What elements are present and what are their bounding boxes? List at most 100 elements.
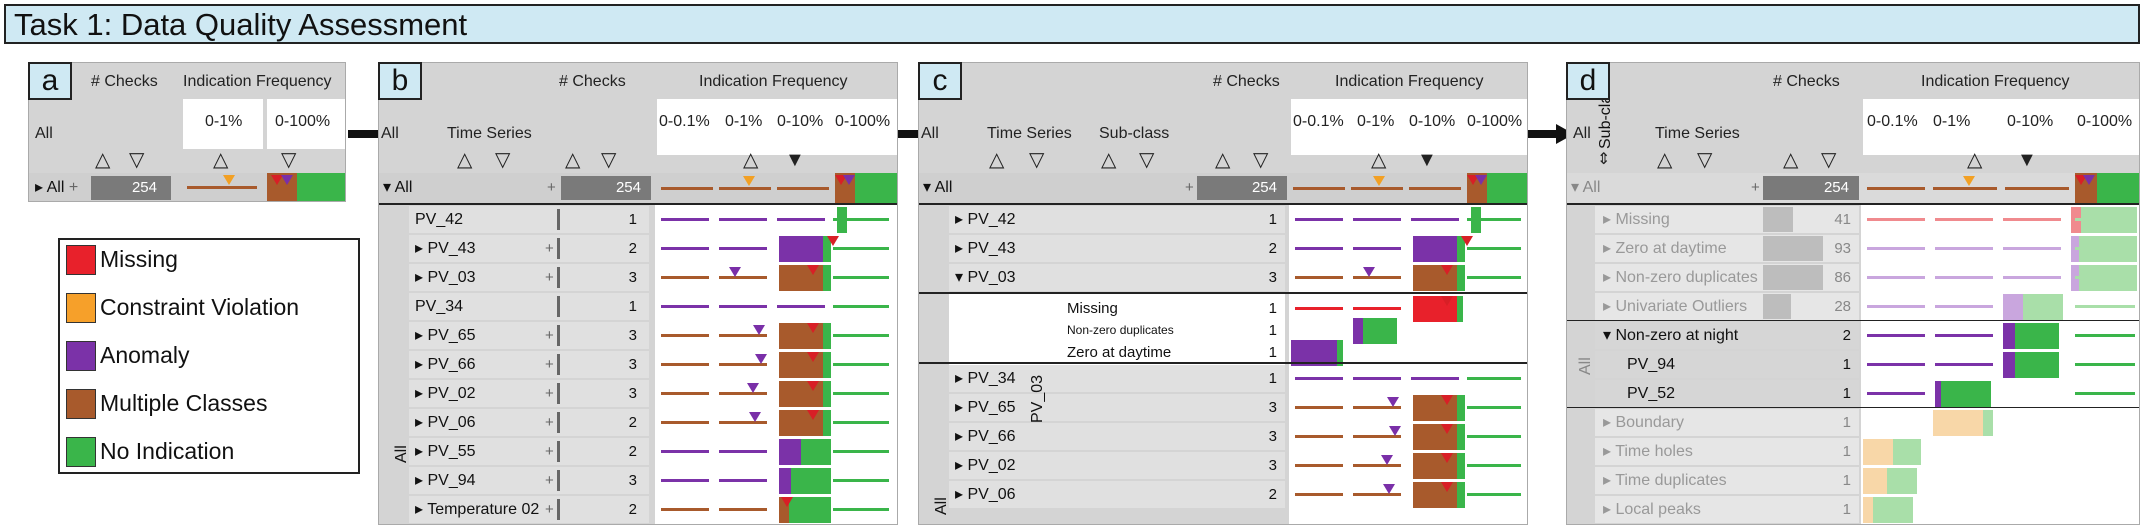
bin-header-0-100: 0-100% [275, 113, 331, 130]
sort-down-icon[interactable]: ▽ [1139, 150, 1154, 170]
count-value: 1 [1842, 501, 1851, 518]
all-column-header: All [35, 125, 53, 142]
table-row-all[interactable]: ▾ All + 254 [1567, 173, 2139, 203]
table-row[interactable]: ▾ PV_03 3 [919, 263, 1527, 292]
anomaly-marker [747, 383, 759, 393]
anomaly-marker [753, 325, 765, 335]
table-row[interactable]: ▸ Missing 41 [1567, 205, 2139, 234]
sort-up-icon[interactable]: △ [213, 150, 228, 170]
count-value: 3 [1268, 269, 1277, 286]
anomaly-marker [755, 354, 767, 364]
table-row[interactable]: PV_34 1 [379, 292, 897, 321]
missing-marker [1441, 424, 1453, 434]
table-row[interactable]: ▸ Time holes 1 [1567, 437, 2139, 466]
time-series-header: Time Series [987, 125, 1072, 142]
expand-icon[interactable]: + [545, 408, 554, 437]
count-value: 1 [1842, 443, 1851, 460]
row-label: PV_42 [415, 211, 464, 228]
sort-up-icon[interactable]: △ [1657, 150, 1672, 170]
table-row[interactable]: ▸ Time duplicates 1 [1567, 466, 2139, 495]
expand-icon[interactable]: + [545, 263, 554, 292]
sort-down-icon[interactable]: ▽ [495, 150, 510, 170]
table-row[interactable]: ▸ PV_02 3 [919, 451, 1527, 480]
expand-icon[interactable]: + [545, 321, 554, 350]
table-row[interactable]: PV_52 1 [1567, 379, 2139, 408]
bin-header: 0-0.1% [1293, 113, 1344, 130]
table-row[interactable]: ▾ Non-zero at night 2 [1567, 321, 2139, 350]
table-row[interactable]: PV_94 1 [1567, 350, 2139, 379]
table-row-all[interactable]: ▾ All + 254 [919, 173, 1527, 203]
checks-header: # Checks [1773, 73, 1840, 90]
table-row[interactable]: ▸ Univariate Outliers 28 [1567, 292, 2139, 321]
table-row[interactable]: ▸ PV_66 +3 [379, 350, 897, 379]
sort-down-icon[interactable]: ▽ [1697, 150, 1712, 170]
sort-up-icon[interactable]: △ [95, 150, 110, 170]
table-row-all[interactable]: ▾ All + 254 [379, 173, 897, 203]
table-row[interactable]: ▸ PV_94 +3 [379, 466, 897, 495]
checks-header: # Checks [1213, 73, 1280, 90]
table-row[interactable]: ▸ PV_42 1 [919, 205, 1527, 234]
sort-down-icon[interactable]: ▽ [1029, 150, 1044, 170]
sort-up-icon[interactable]: △ [989, 150, 1004, 170]
sort-down-active-icon[interactable]: ▼ [1417, 150, 1437, 170]
table-row[interactable]: ▸ PV_55 +2 [379, 437, 897, 466]
panel-label-a: a [28, 62, 72, 100]
sort-down-icon[interactable]: ▽ [129, 150, 144, 170]
table-row[interactable]: PV_42 1 [379, 205, 897, 234]
table-row[interactable]: ▸ Non-zero duplicates 86 [1567, 263, 2139, 292]
expand-icon[interactable]: + [545, 379, 554, 408]
table-row[interactable]: ▸ Zero at daytime 93 [1567, 234, 2139, 263]
sort-up-icon[interactable]: △ [565, 150, 580, 170]
bin-header: 0-100% [835, 113, 891, 130]
table-row[interactable]: ▸ PV_02 +3 [379, 379, 897, 408]
sub-class-header: Sub-class [1099, 125, 1170, 142]
table-row[interactable]: ▸ All + 254 [29, 173, 345, 201]
missing-marker [1461, 236, 1473, 246]
missing-marker [1441, 395, 1453, 405]
count-value: 3 [628, 356, 637, 373]
row-label: ▸ PV_55 [415, 443, 476, 460]
bin-header: 0-100% [1467, 113, 1523, 130]
bin-header-0-1: 0-1% [205, 113, 243, 130]
sort-up-icon[interactable]: △ [1783, 150, 1798, 170]
sort-down-active-icon[interactable]: ▼ [785, 150, 805, 170]
expand-icon[interactable]: + [545, 437, 554, 466]
table-row[interactable]: ▸ PV_03 +3 [379, 263, 897, 292]
expand-icon[interactable]: + [545, 234, 554, 263]
sort-up-icon[interactable]: △ [1371, 150, 1386, 170]
sort-up-icon[interactable]: △ [1215, 150, 1230, 170]
sort-down-icon[interactable]: ▽ [281, 150, 296, 170]
expand-icon[interactable]: + [545, 495, 554, 524]
sort-up-icon[interactable]: △ [1101, 150, 1116, 170]
sort-up-icon[interactable]: △ [457, 150, 472, 170]
table-row[interactable]: ▸ PV_65 +3 [379, 321, 897, 350]
table-row[interactable]: ▸ Temperature 02 +2 [379, 495, 897, 524]
expand-icon[interactable]: + [545, 350, 554, 379]
table-row[interactable]: ▸ PV_06 +2 [379, 408, 897, 437]
table-row[interactable]: ▸ PV_65 3 [919, 393, 1527, 422]
expand-icon[interactable]: + [545, 466, 554, 495]
sort-up-icon[interactable]: △ [743, 150, 758, 170]
table-row[interactable]: ▸ PV_43 2 [919, 234, 1527, 263]
table-row[interactable]: ▸ PV_66 3 [919, 422, 1527, 451]
row-label: ▾ All [383, 179, 413, 196]
sort-down-icon[interactable]: ▽ [601, 150, 616, 170]
group-label-all: All [933, 497, 950, 515]
bin-header: 0-1% [725, 113, 763, 130]
sort-down-icon[interactable]: ▽ [1821, 150, 1836, 170]
count-value: 2 [628, 443, 637, 460]
task-title: Task 1: Data Quality Assessment [4, 4, 2140, 44]
swap-icon[interactable]: ⇕ [1597, 151, 1610, 169]
row-label: ▸ Temperature 02 [415, 501, 540, 518]
table-row[interactable]: ▸ PV_43 +2 [379, 234, 897, 263]
table-row[interactable]: ▸ PV_34 1 [919, 364, 1527, 393]
table-row[interactable]: ▸ PV_06 2 [919, 480, 1527, 509]
sort-up-icon[interactable]: △ [1967, 150, 1982, 170]
sort-down-active-icon[interactable]: ▼ [2017, 150, 2037, 170]
sub-row-label: PV_94 [1627, 356, 1676, 373]
sort-down-icon[interactable]: ▽ [1253, 150, 1268, 170]
table-row[interactable]: ▸ Boundary 1 [1567, 408, 2139, 437]
anomaly-marker [1363, 267, 1375, 277]
table-row[interactable]: ▸ Local peaks 1 [1567, 495, 2139, 524]
missing-marker [1441, 265, 1453, 275]
